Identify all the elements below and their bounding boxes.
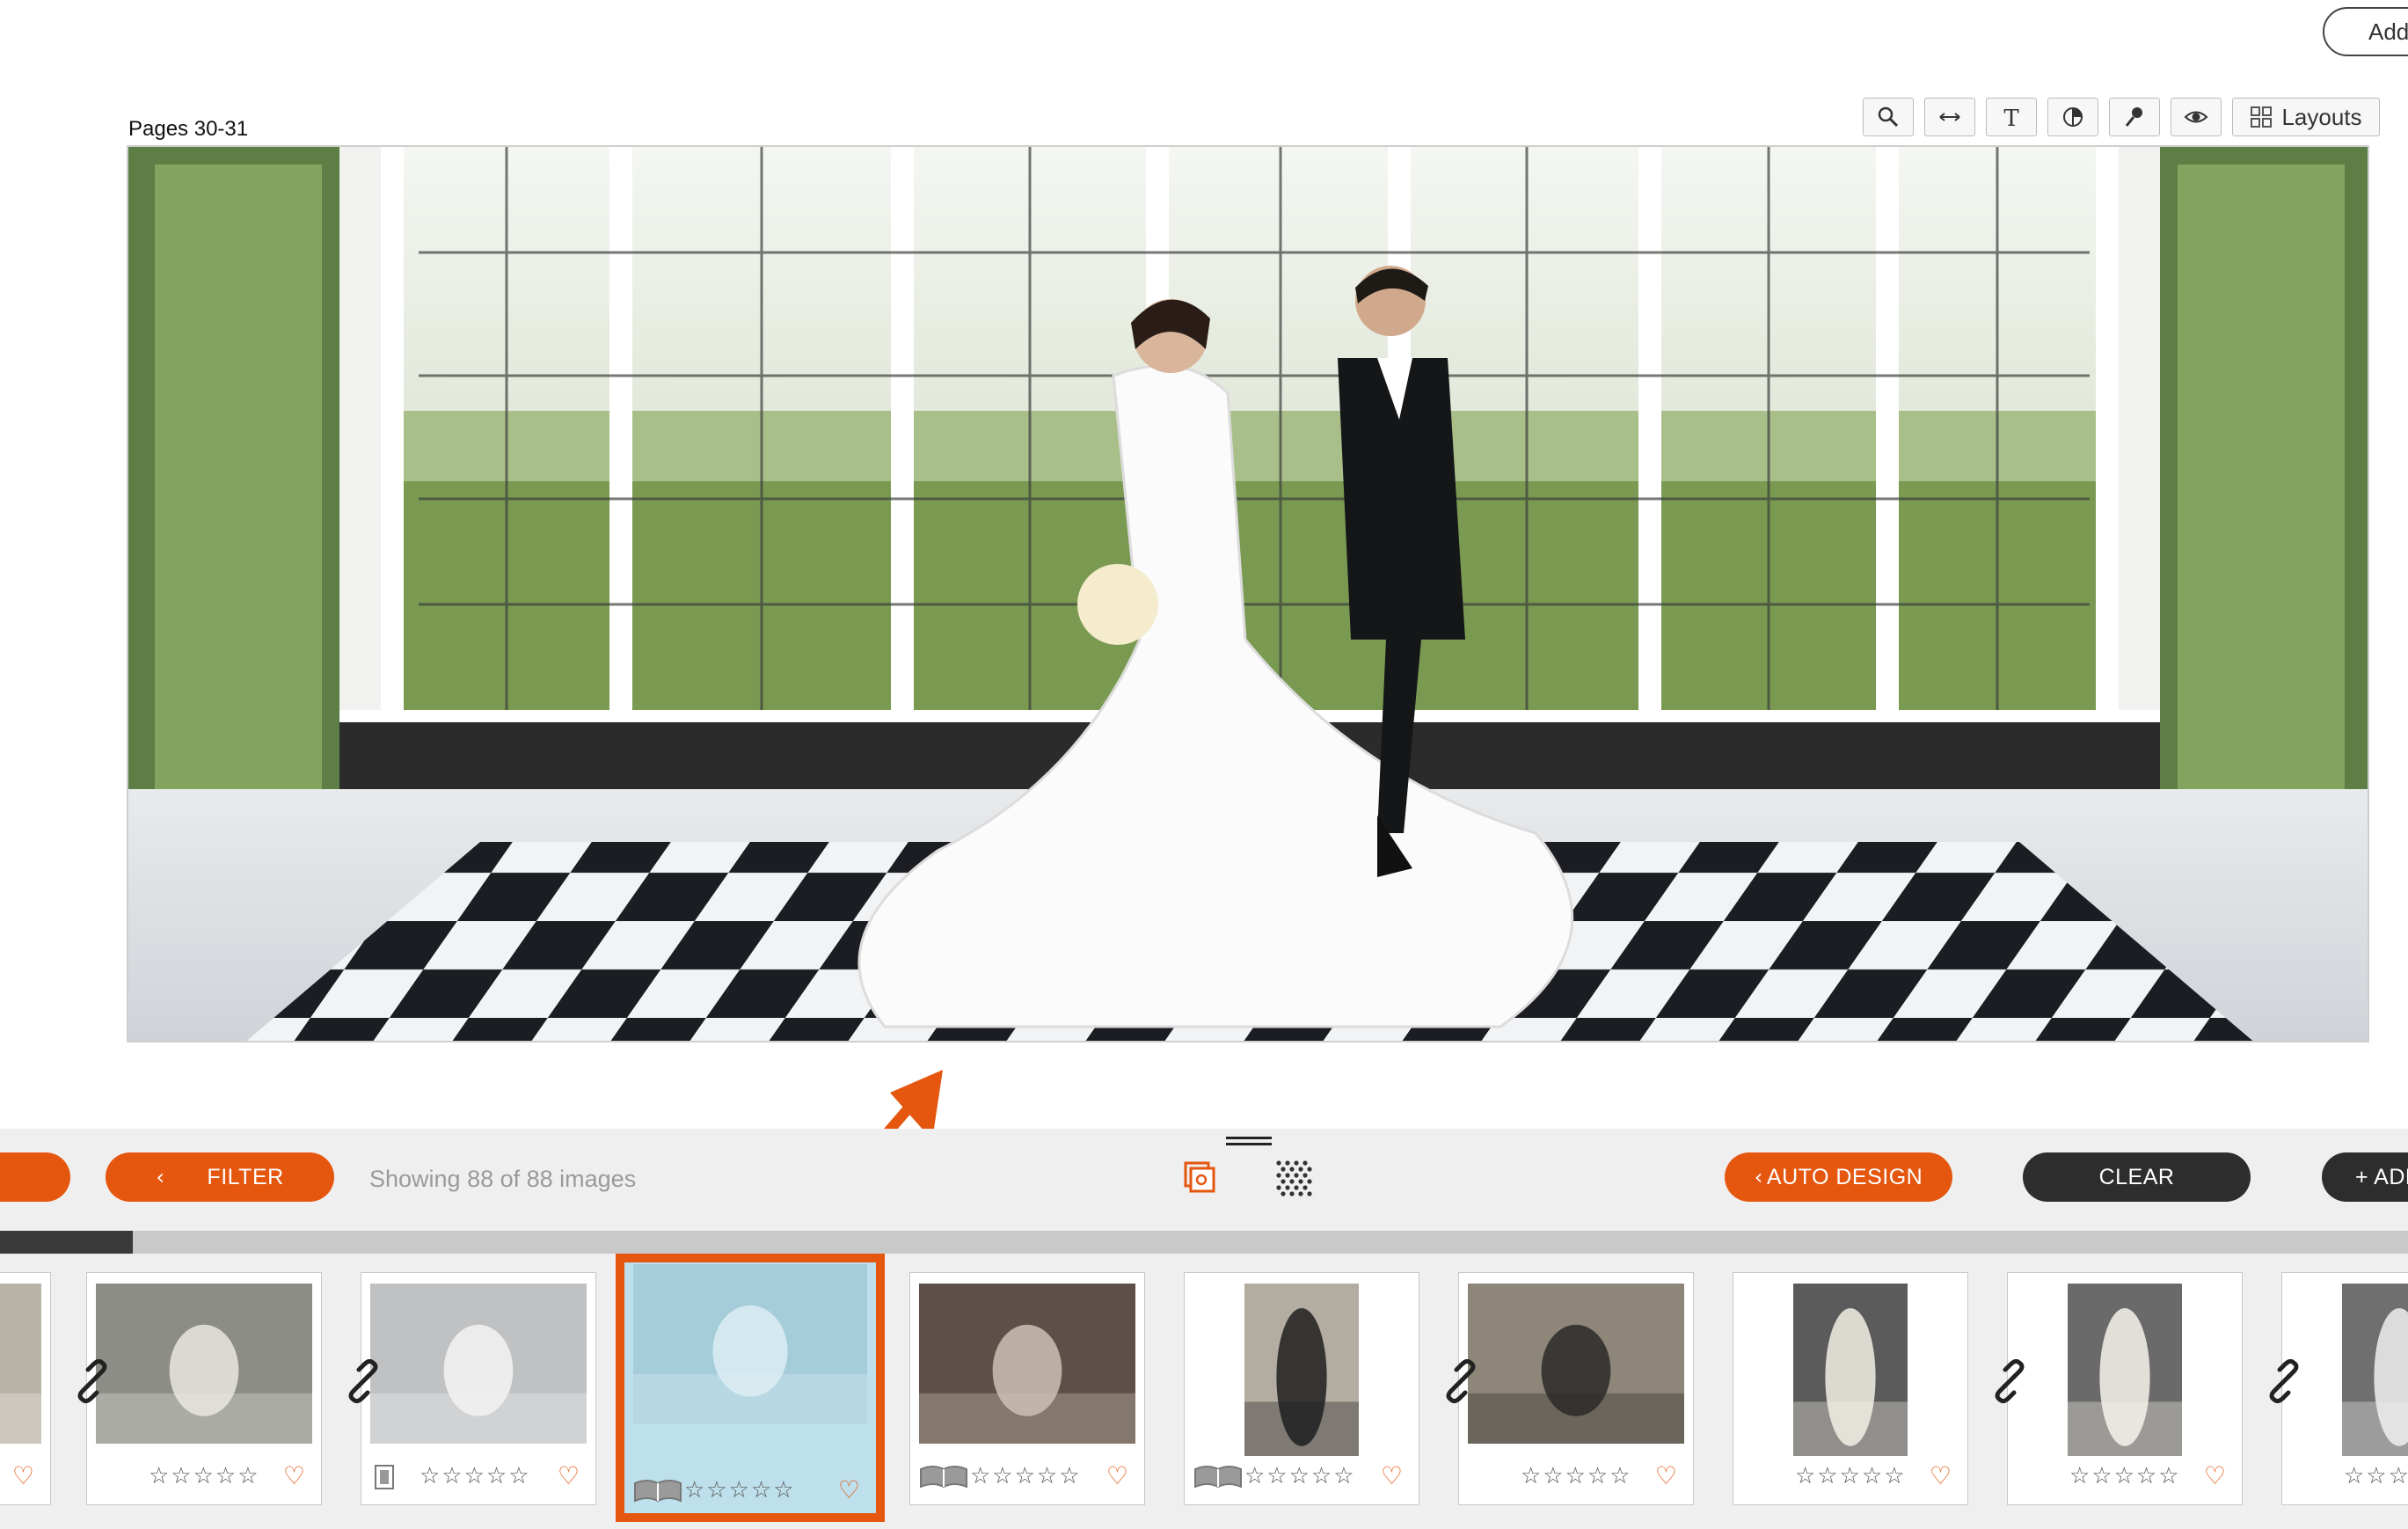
color-tool-button[interactable]: [2047, 98, 2098, 136]
layouts-label: Layouts: [2281, 103, 2362, 130]
thumbnail-card[interactable]: ☆☆☆☆☆ ♡: [1458, 1272, 1694, 1505]
swap-tool-button[interactable]: [1924, 98, 1975, 136]
image-count-text: Showing 88 of 88 images: [369, 1166, 637, 1192]
link-icon[interactable]: [1439, 1359, 1483, 1403]
thumbnail-image: [1244, 1284, 1359, 1456]
favorite-heart-icon[interactable]: ♡: [1106, 1460, 1128, 1492]
favorite-heart-icon[interactable]: ♡: [2204, 1460, 2226, 1492]
spread-used-icon: [1193, 1462, 1243, 1490]
thumbnail-image: [370, 1284, 587, 1444]
thumbnail-image: [633, 1264, 867, 1424]
pin-tool-button[interactable]: [2109, 98, 2160, 136]
thumbnail-card[interactable]: ☆☆☆☆☆♡: [0, 1272, 51, 1505]
tray-scrollbar[interactable]: [0, 1231, 2408, 1254]
link-icon[interactable]: [70, 1359, 114, 1403]
thumbnail-meta: ☆☆☆☆☆ ♡: [87, 1460, 321, 1492]
star-rating[interactable]: ☆☆☆: [2344, 1460, 2408, 1492]
thumbnail-card[interactable]: ☆☆☆☆☆ ♡: [86, 1272, 322, 1505]
swap-horizontal-icon: [1939, 113, 1960, 121]
spread-toolbar: T Layouts: [1863, 98, 2380, 136]
grid-view-icon[interactable]: [1273, 1158, 1314, 1198]
filter-label: FILTER: [207, 1164, 284, 1189]
thumbnail-image: [2342, 1284, 2408, 1456]
text-tool-button[interactable]: T: [1986, 98, 2037, 136]
chevron-left-icon: ‹: [156, 1165, 165, 1189]
album-editor: Add Pages 30-31 T Layouts ‹ FILTER Showi…: [0, 0, 2408, 1529]
auto-design-button[interactable]: ‹ AUTO DESIGN: [1725, 1152, 1952, 1202]
single-page-icon: [370, 1462, 398, 1490]
spread-canvas[interactable]: [127, 145, 2369, 1042]
auto-design-label: AUTO DESIGN: [1766, 1164, 1923, 1189]
favorite-heart-icon[interactable]: ♡: [838, 1474, 860, 1506]
layouts-button[interactable]: Layouts: [2232, 98, 2380, 136]
thumbnail-meta: ☆☆☆☆☆ ♡: [910, 1460, 1144, 1492]
thumbnail-meta: ☆☆☆☆☆ ♡: [1459, 1460, 1693, 1492]
favorite-heart-icon[interactable]: ♡: [1655, 1460, 1677, 1492]
color-adjust-icon: [2063, 107, 2083, 127]
zoom-tool-button[interactable]: [1863, 98, 1914, 136]
thumbnail-image: [96, 1284, 312, 1444]
thumbnail-card[interactable]: ☆☆☆☆☆ ♡: [1733, 1272, 1968, 1505]
stacked-photos-icon[interactable]: [1182, 1158, 1222, 1198]
thumbnail-card[interactable]: ☆☆☆☆☆ ♡: [616, 1254, 885, 1522]
link-icon[interactable]: [1988, 1359, 2032, 1403]
thumbnail-image: [0, 1284, 41, 1444]
favorite-heart-icon[interactable]: ♡: [12, 1460, 34, 1492]
thumbnail-image: [919, 1284, 1135, 1444]
tray-scrollbar-thumb[interactable]: [0, 1231, 133, 1254]
thumbnail-meta: ☆☆☆☆☆ ♡: [1185, 1460, 1419, 1492]
resize-grip[interactable]: [1226, 1137, 1272, 1145]
thumbnail-meta: ☆☆☆☆☆ ♡: [2008, 1460, 2242, 1492]
svg-text:T: T: [2003, 106, 2019, 130]
add-button[interactable]: Add: [2323, 7, 2408, 56]
pages-label: Pages 30-31: [128, 117, 249, 141]
filter-button[interactable]: ‹ FILTER: [106, 1152, 334, 1202]
chevron-left-icon: ‹: [1754, 1165, 1763, 1189]
preview-eye-icon: [2184, 111, 2208, 123]
text-icon: T: [2003, 106, 2019, 130]
add-images-button[interactable]: + ADD: [2322, 1152, 2408, 1202]
thumbnail-image: [2068, 1284, 2182, 1456]
thumbnail-meta: ☆☆☆☆☆♡: [0, 1460, 50, 1492]
pin-icon: [2125, 107, 2142, 127]
star-rating[interactable]: ☆☆☆☆☆: [1795, 1460, 1907, 1492]
favorite-heart-icon[interactable]: ♡: [1930, 1460, 1952, 1492]
favorite-heart-icon[interactable]: ♡: [1381, 1460, 1403, 1492]
link-icon[interactable]: [341, 1359, 385, 1403]
wedding-photo: [128, 147, 2368, 1041]
thumbnail-strip: ☆☆☆☆☆♡☆☆☆☆☆♡☆☆☆☆☆♡☆☆☆☆☆♡☆☆☆☆☆♡☆☆☆☆☆♡☆☆☆☆…: [0, 1254, 2408, 1529]
spread-used-icon: [919, 1462, 968, 1490]
thumbnail-image: [1468, 1284, 1684, 1444]
star-rating[interactable]: ☆☆☆☆☆: [1521, 1460, 1632, 1492]
thumbnail-meta: ☆☆☆: [2282, 1460, 2408, 1492]
thumbnail-meta: ☆☆☆☆☆ ♡: [361, 1460, 595, 1492]
thumbnail-image: [1793, 1284, 1908, 1456]
thumbnail-card[interactable]: ☆☆☆☆☆ ♡: [1184, 1272, 1419, 1505]
thumbnail-meta: ☆☆☆☆☆ ♡: [1733, 1460, 1967, 1492]
thumbnail-card[interactable]: ☆☆☆☆☆ ♡: [909, 1272, 1145, 1505]
left-orange-button[interactable]: [0, 1152, 70, 1202]
favorite-heart-icon[interactable]: ♡: [283, 1460, 305, 1492]
grid-icon: [2251, 106, 2273, 128]
star-rating[interactable]: ☆☆☆☆☆: [149, 1460, 260, 1492]
zoom-icon: [1878, 106, 1899, 128]
spread-used-icon: [633, 1476, 682, 1504]
thumbnail-meta: ☆☆☆☆☆ ♡: [624, 1474, 876, 1506]
link-icon[interactable]: [2262, 1359, 2306, 1403]
thumbnail-card[interactable]: ☆☆☆☆☆ ♡: [361, 1272, 596, 1505]
star-rating[interactable]: ☆☆☆☆☆: [970, 1460, 1082, 1492]
star-rating[interactable]: ☆☆☆☆☆: [2069, 1460, 2181, 1492]
star-rating[interactable]: ☆☆☆☆☆: [1244, 1460, 1356, 1492]
clear-button[interactable]: CLEAR: [2023, 1152, 2251, 1202]
thumbnail-card[interactable]: ☆☆☆☆☆ ♡: [2007, 1272, 2243, 1505]
star-rating[interactable]: ☆☆☆☆☆: [420, 1460, 531, 1492]
preview-tool-button[interactable]: [2171, 98, 2222, 136]
favorite-heart-icon[interactable]: ♡: [558, 1460, 580, 1492]
star-rating[interactable]: ☆☆☆☆☆: [684, 1474, 796, 1506]
